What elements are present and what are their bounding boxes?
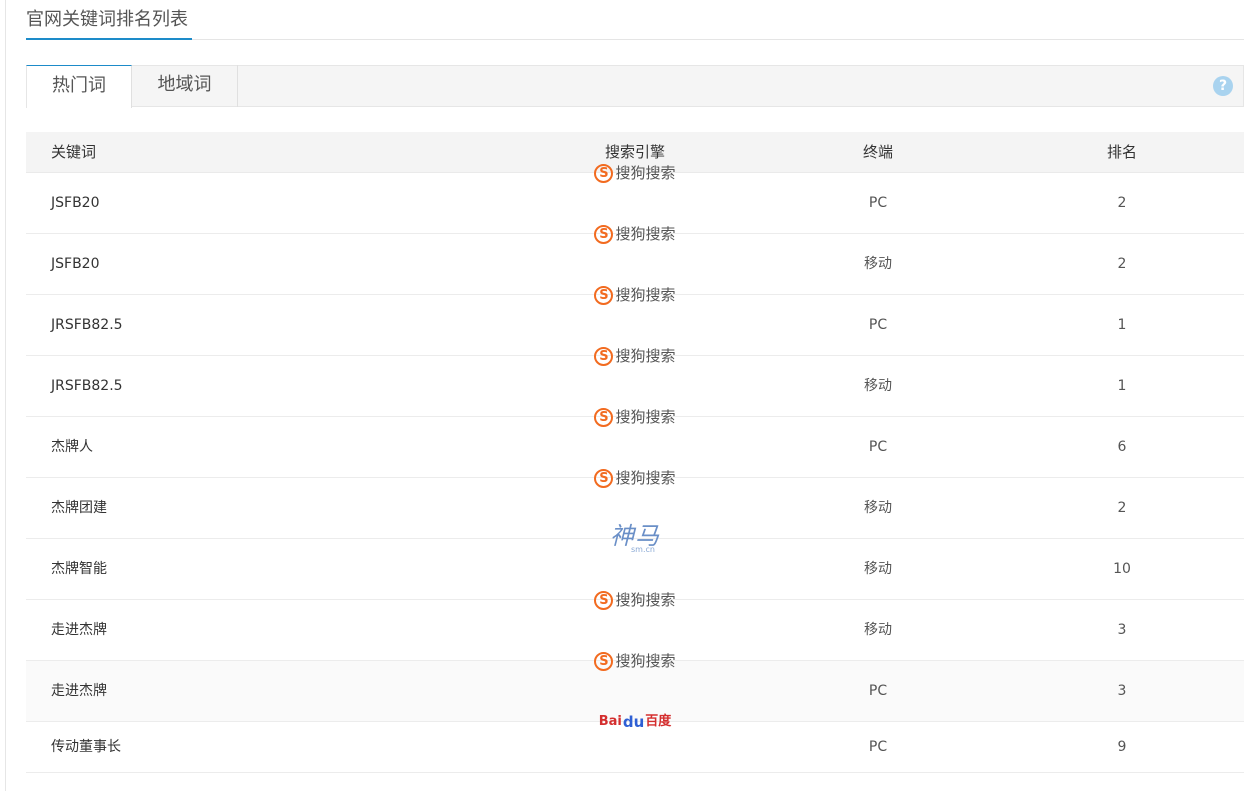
terminal-cell: 移动 <box>864 622 892 638</box>
engine-label: 搜狗搜索 <box>615 286 676 304</box>
sogou-logo: S 搜狗搜索 <box>594 204 676 264</box>
keyword-cell: 杰牌团建 <box>51 500 107 516</box>
terminal-cell: 移动 <box>864 378 892 394</box>
column-header-keyword: 关键词 <box>51 143 97 161</box>
tab-region-words[interactable]: 地域词 <box>132 65 238 107</box>
keyword-cell: JRSFB82.5 <box>51 378 123 394</box>
help-icon[interactable]: ? <box>1213 76 1233 96</box>
baidu-text-bai: Bai <box>598 714 622 729</box>
keyword-cell: 传动董事长 <box>51 739 121 755</box>
terminal-cell: PC <box>868 739 888 755</box>
keyword-cell: JSFB20 <box>51 256 100 272</box>
tab-hot-words[interactable]: 热门词 <box>26 65 132 108</box>
keyword-cell: 走进杰牌 <box>51 622 107 638</box>
keyword-cell: 杰牌人 <box>51 439 93 455</box>
sogou-logo: S 搜狗搜索 <box>594 265 676 325</box>
sogou-s-icon: S <box>594 224 614 244</box>
keyword-cell: JSFB20 <box>51 195 100 211</box>
terminal-cell: 移动 <box>864 256 892 272</box>
rank-cell: 3 <box>1117 622 1127 638</box>
engine-label: 搜狗搜索 <box>615 469 676 487</box>
terminal-cell: PC <box>868 439 888 455</box>
sogou-s-icon: S <box>594 285 614 305</box>
baidu-text-cn: 百度 <box>645 714 672 729</box>
rank-cell: 1 <box>1117 317 1127 333</box>
sogou-logo: S 搜狗搜索 <box>594 570 676 630</box>
keyword-cell: JRSFB82.5 <box>51 317 123 333</box>
engine-label: 搜狗搜索 <box>615 225 676 243</box>
sogou-s-icon: S <box>594 651 614 671</box>
engine-label: 搜狗搜索 <box>615 591 676 609</box>
rank-cell: 2 <box>1117 256 1127 272</box>
tab-bar: 热门词 地域词 ? <box>26 65 1244 108</box>
rank-cell: 9 <box>1117 739 1127 755</box>
column-header-terminal: 终端 <box>862 143 893 161</box>
paw-icon: du <box>622 713 645 731</box>
rank-cell: 2 <box>1117 195 1127 211</box>
terminal-cell: 移动 <box>864 500 892 516</box>
engine-label: 搜狗搜索 <box>615 347 676 365</box>
terminal-cell: PC <box>868 317 888 333</box>
engine-label: 搜狗搜索 <box>615 652 676 670</box>
rank-cell: 6 <box>1117 439 1127 455</box>
page-header: 官网关键词排名列表 <box>26 0 1244 40</box>
baidu-logo: Bai du 百度 <box>599 697 672 747</box>
shenma-logo: 神马 sm.cn <box>610 524 660 554</box>
terminal-cell: PC <box>868 683 888 699</box>
table-row: 传动董事长 Bai du 百度 PC 9 <box>26 713 1244 773</box>
left-border <box>5 0 6 791</box>
sogou-logo: S 搜狗搜索 <box>594 326 676 386</box>
keyword-ranking-table: 关键词 搜索引擎 终端 排名 JSFB20 S 搜狗搜索 PC 2 JSFB20 S 搜狗搜索… <box>26 132 1244 773</box>
sogou-logo: S 搜狗搜索 <box>594 143 676 203</box>
engine-label: 搜狗搜索 <box>615 164 676 182</box>
keyword-cell: 杰牌智能 <box>51 561 107 577</box>
rank-cell: 1 <box>1117 378 1127 394</box>
terminal-cell: PC <box>868 195 888 211</box>
keyword-cell: 走进杰牌 <box>51 683 107 699</box>
engine-label: 搜狗搜索 <box>615 408 676 426</box>
sogou-logo: S 搜狗搜索 <box>594 387 676 447</box>
terminal-cell: 移动 <box>864 561 892 577</box>
sogou-s-icon: S <box>594 346 614 366</box>
sogou-s-icon: S <box>594 163 614 183</box>
page-title: 官网关键词排名列表 <box>26 8 192 40</box>
table-body: JSFB20 S 搜狗搜索 PC 2 JSFB20 S 搜狗搜索 移动 2 JRSFB82.5 S 搜狗… <box>26 163 1244 773</box>
sogou-logo: S 搜狗搜索 <box>594 631 676 691</box>
sogou-s-icon: S <box>594 590 614 610</box>
rank-cell: 3 <box>1117 683 1127 699</box>
sogou-logo: S 搜狗搜索 <box>594 448 676 508</box>
sogou-s-icon: S <box>594 468 614 488</box>
sogou-s-icon: S <box>594 407 614 427</box>
rank-cell: 2 <box>1117 500 1127 516</box>
rank-cell: 10 <box>1113 561 1131 577</box>
column-header-rank: 排名 <box>1106 143 1137 161</box>
